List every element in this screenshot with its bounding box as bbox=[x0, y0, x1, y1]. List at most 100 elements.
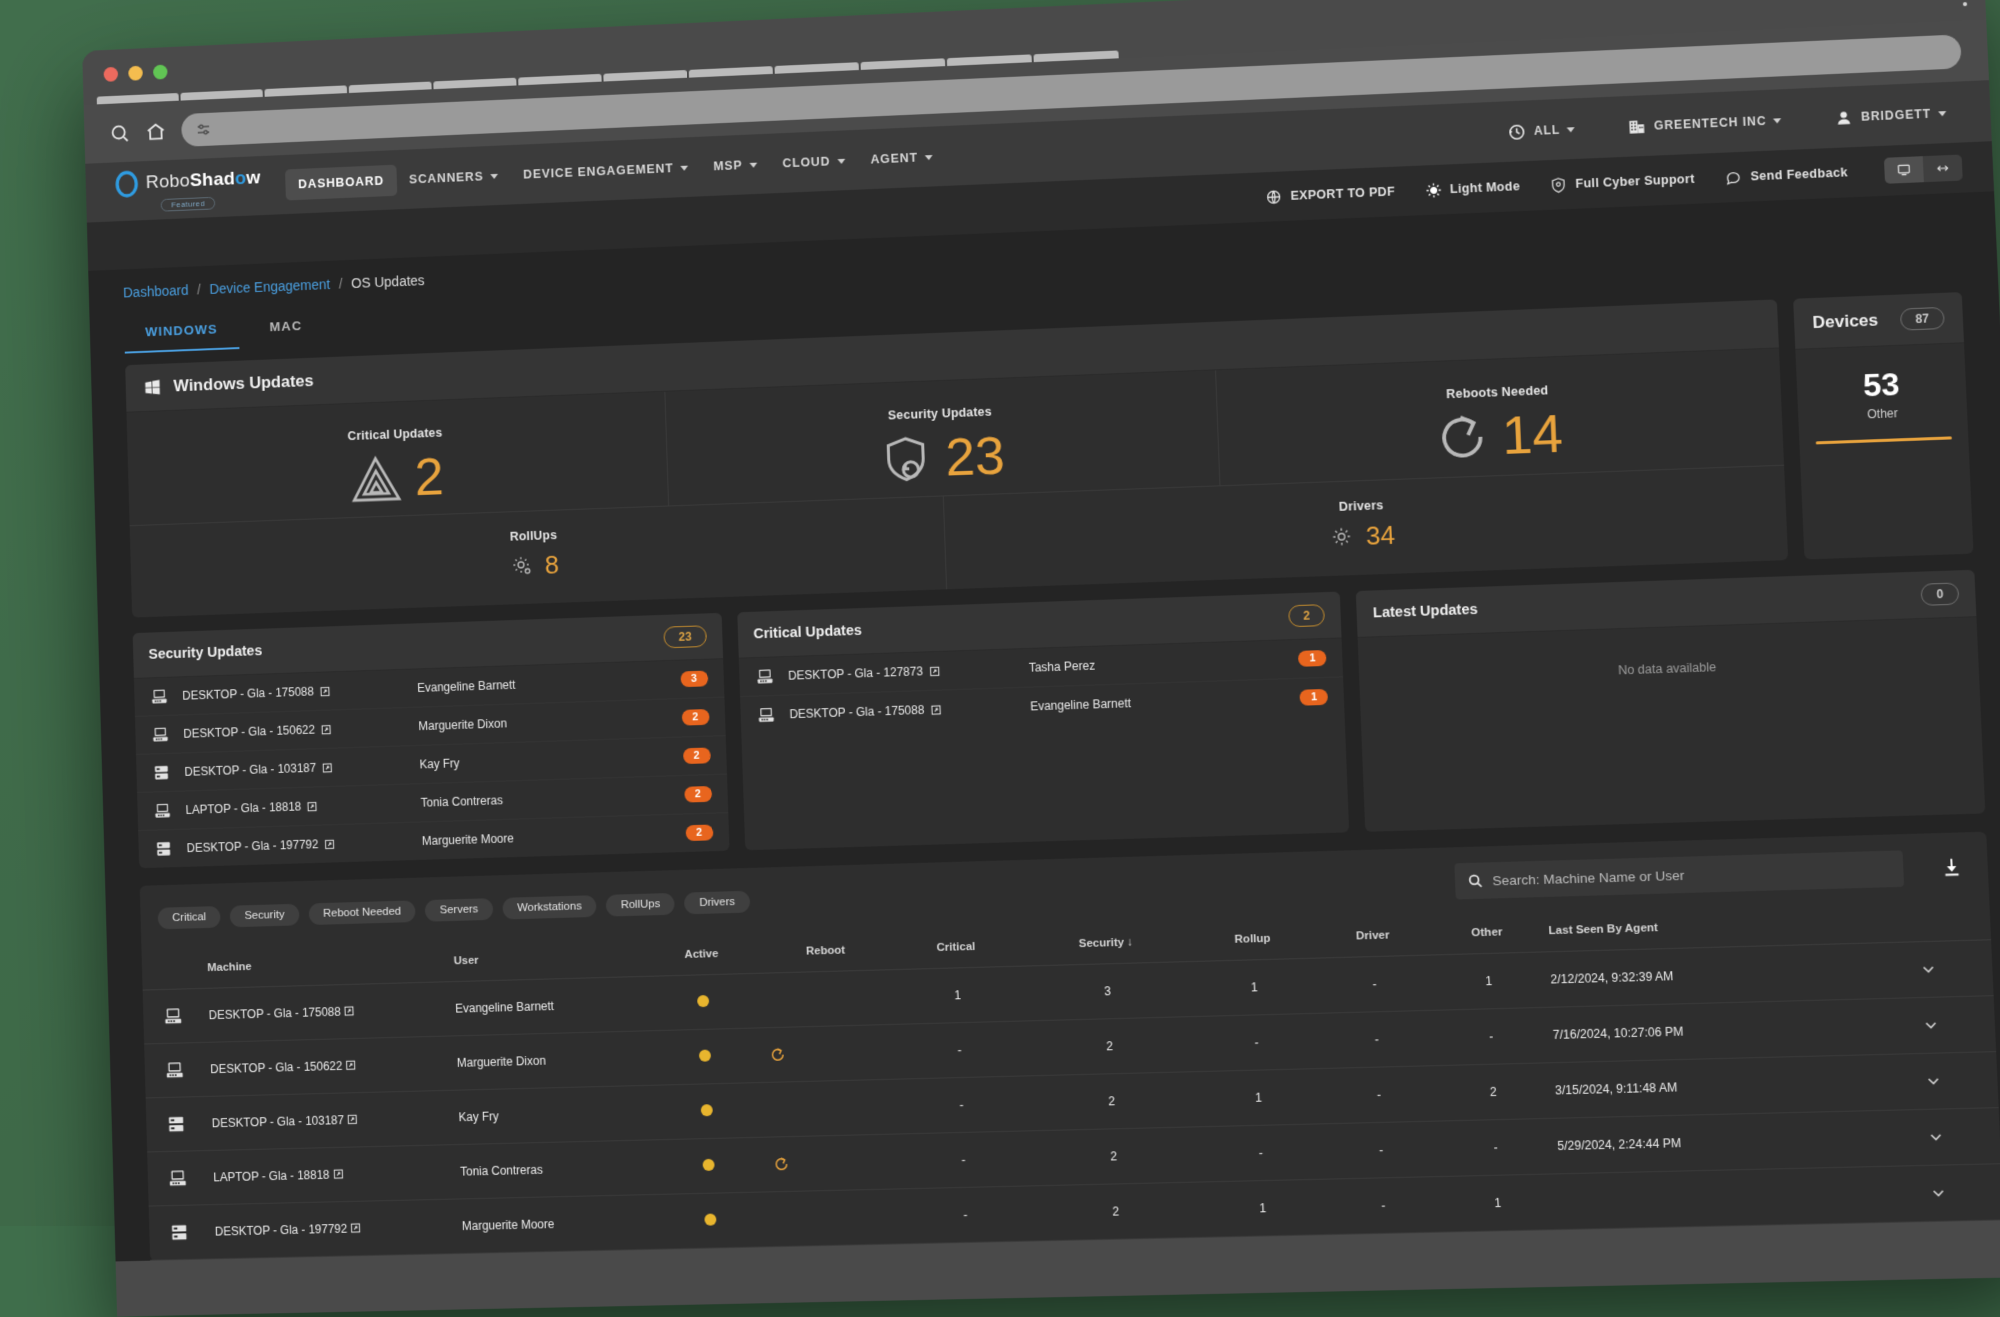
chevron-down-icon[interactable] bbox=[1928, 1183, 1996, 1203]
nav-item-scanners[interactable]: SCANNERS bbox=[396, 160, 511, 196]
nav-item-dashboard[interactable]: DASHBOARD bbox=[285, 165, 397, 201]
row-machine[interactable]: DESKTOP - Gla - 150622 bbox=[204, 1036, 452, 1096]
row-critical: - bbox=[894, 1021, 1026, 1079]
external-link-icon[interactable] bbox=[324, 838, 335, 849]
row-last-seen: 7/16/2024, 10:27:06 PM bbox=[1546, 998, 1917, 1063]
col-driver[interactable]: Driver bbox=[1313, 914, 1432, 958]
tab-mac[interactable]: MAC bbox=[248, 306, 324, 349]
filter-chip-security[interactable]: Security bbox=[230, 904, 300, 928]
filter-chip-drivers[interactable]: Drivers bbox=[684, 891, 750, 915]
chevron-down-icon[interactable] bbox=[1923, 1071, 1991, 1091]
view-mode-toggle-group[interactable] bbox=[1884, 155, 1963, 184]
nav-item-device-engagement[interactable]: DEVICE ENGAGEMENT bbox=[510, 151, 701, 190]
search-icon[interactable] bbox=[109, 122, 131, 144]
panel-security-updates: Security Updates 23 DESKTOP - Gla - 1750… bbox=[133, 613, 730, 868]
full-cyber-support-button[interactable]: Full Cyber Support bbox=[1550, 170, 1695, 193]
chevron-down-icon[interactable] bbox=[1921, 1015, 1989, 1035]
send-feedback-button[interactable]: Send Feedback bbox=[1725, 164, 1848, 186]
row-expand[interactable] bbox=[1921, 1164, 2000, 1222]
row-machine[interactable]: DESKTOP - Gla - 197792 bbox=[208, 1199, 457, 1259]
filter-chip-workstations[interactable]: Workstations bbox=[502, 895, 596, 919]
row-expand[interactable] bbox=[1911, 940, 1993, 998]
maximize-button[interactable] bbox=[153, 65, 168, 80]
scope-selector-all[interactable]: ALL bbox=[1494, 110, 1589, 151]
close-button[interactable] bbox=[104, 67, 119, 82]
user-name: Evangeline Barnett bbox=[1030, 691, 1286, 713]
col-other[interactable]: Other bbox=[1431, 911, 1544, 955]
expand-horizontal-icon[interactable] bbox=[1923, 155, 1963, 183]
chevron-down-icon[interactable] bbox=[1918, 959, 1986, 979]
tab-windows[interactable]: WINDOWS bbox=[124, 309, 240, 353]
row-machine[interactable]: LAPTOP - Gla - 18818 bbox=[207, 1145, 455, 1205]
tune-icon bbox=[195, 120, 213, 138]
nav-item-msp[interactable]: MSP bbox=[700, 148, 770, 182]
panel-title: Critical Updates bbox=[753, 623, 862, 642]
row-expand[interactable] bbox=[1914, 996, 1996, 1054]
light-mode-toggle[interactable]: Light Mode bbox=[1425, 178, 1521, 199]
row-reboot bbox=[765, 1079, 898, 1137]
stat-critical-updates[interactable]: Critical Updates 2 bbox=[126, 392, 669, 525]
window-controls[interactable] bbox=[104, 65, 168, 82]
external-link-icon[interactable] bbox=[322, 762, 333, 773]
sun-icon bbox=[1425, 181, 1443, 199]
external-link-icon[interactable] bbox=[930, 704, 941, 715]
row-machine[interactable]: DESKTOP - Gla - 175088 bbox=[202, 982, 450, 1043]
devices-count-badge: 87 bbox=[1899, 307, 1944, 331]
stat-reboots-needed[interactable]: Reboots Needed 14 bbox=[1216, 348, 1784, 485]
col-reboot[interactable]: Reboot bbox=[760, 929, 892, 973]
filter-chip-reboot-needed[interactable]: Reboot Needed bbox=[308, 900, 416, 925]
col-rollup[interactable]: Rollup bbox=[1190, 918, 1315, 962]
org-selector-greentech[interactable]: GREENTECH INC bbox=[1614, 101, 1796, 146]
breadcrumb-dashboard[interactable]: Dashboard bbox=[123, 282, 189, 300]
panel-count-badge: 2 bbox=[1288, 604, 1326, 627]
external-link-icon[interactable] bbox=[320, 686, 331, 697]
col-active[interactable]: Active bbox=[642, 933, 761, 976]
col-user[interactable]: User bbox=[447, 936, 643, 981]
nav-item-agent[interactable]: AGENT bbox=[857, 141, 946, 176]
monitor-icon[interactable] bbox=[1884, 156, 1924, 184]
row-rollup: 1 bbox=[1192, 958, 1317, 1016]
desktop-icon bbox=[149, 687, 169, 707]
user-menu-bridgett[interactable]: BRIDGETT bbox=[1821, 94, 1961, 137]
filter-chip-servers[interactable]: Servers bbox=[425, 898, 493, 922]
row-expand[interactable] bbox=[1919, 1108, 2000, 1166]
external-link-icon[interactable] bbox=[345, 1059, 356, 1073]
minimize-button[interactable] bbox=[128, 66, 143, 81]
row-expand[interactable] bbox=[1916, 1052, 1998, 1110]
col-machine[interactable]: Machine bbox=[201, 942, 449, 989]
devices-value: 53 bbox=[1813, 366, 1950, 403]
kebab-menu-icon[interactable] bbox=[1962, 0, 1967, 10]
search-input[interactable]: Search: Machine Name or User bbox=[1492, 867, 1685, 888]
breadcrumb-device-engagement[interactable]: Device Engagement bbox=[209, 276, 330, 297]
brand-logo[interactable]: RoboShadow Featured bbox=[114, 165, 261, 214]
external-link-icon[interactable] bbox=[321, 724, 332, 735]
warning-triangle-icon bbox=[348, 451, 404, 508]
stat-value: 23 bbox=[944, 429, 1005, 485]
panel-body: DESKTOP - Gla - 127873 Tasha Perez 1 DES… bbox=[738, 638, 1347, 804]
col-security[interactable]: Security ↓ bbox=[1020, 921, 1192, 966]
row-rollup: 1 bbox=[1200, 1179, 1326, 1237]
filter-chip-rollups[interactable]: RollUps bbox=[606, 893, 675, 917]
external-link-icon[interactable] bbox=[929, 665, 940, 676]
home-icon[interactable] bbox=[145, 120, 167, 142]
count-badge: 2 bbox=[681, 709, 709, 726]
row-device-icon bbox=[147, 1151, 208, 1207]
row-machine[interactable]: DESKTOP - Gla - 103187 bbox=[205, 1090, 453, 1150]
external-link-icon[interactable] bbox=[333, 1168, 344, 1182]
download-icon[interactable] bbox=[1940, 856, 1964, 879]
nav-item-cloud[interactable]: CLOUD bbox=[769, 145, 858, 180]
filter-chip-critical[interactable]: Critical bbox=[158, 906, 221, 929]
export-to-pdf-button[interactable]: EXPORT TO PDF bbox=[1265, 183, 1395, 205]
chevron-down-icon[interactable] bbox=[1926, 1127, 1994, 1147]
external-link-icon[interactable] bbox=[350, 1221, 361, 1235]
server-icon bbox=[168, 1221, 203, 1243]
pdf-icon bbox=[1265, 188, 1283, 206]
desktop-icon bbox=[164, 1059, 199, 1081]
external-link-icon[interactable] bbox=[307, 801, 318, 812]
search-container[interactable]: Search: Machine Name or User bbox=[1454, 850, 1904, 899]
col-critical[interactable]: Critical bbox=[890, 926, 1021, 970]
external-link-icon[interactable] bbox=[347, 1113, 358, 1127]
external-link-icon[interactable] bbox=[344, 1004, 355, 1018]
desktop-icon bbox=[151, 725, 171, 745]
stat-security-updates[interactable]: Security Updates 23 bbox=[665, 370, 1220, 505]
